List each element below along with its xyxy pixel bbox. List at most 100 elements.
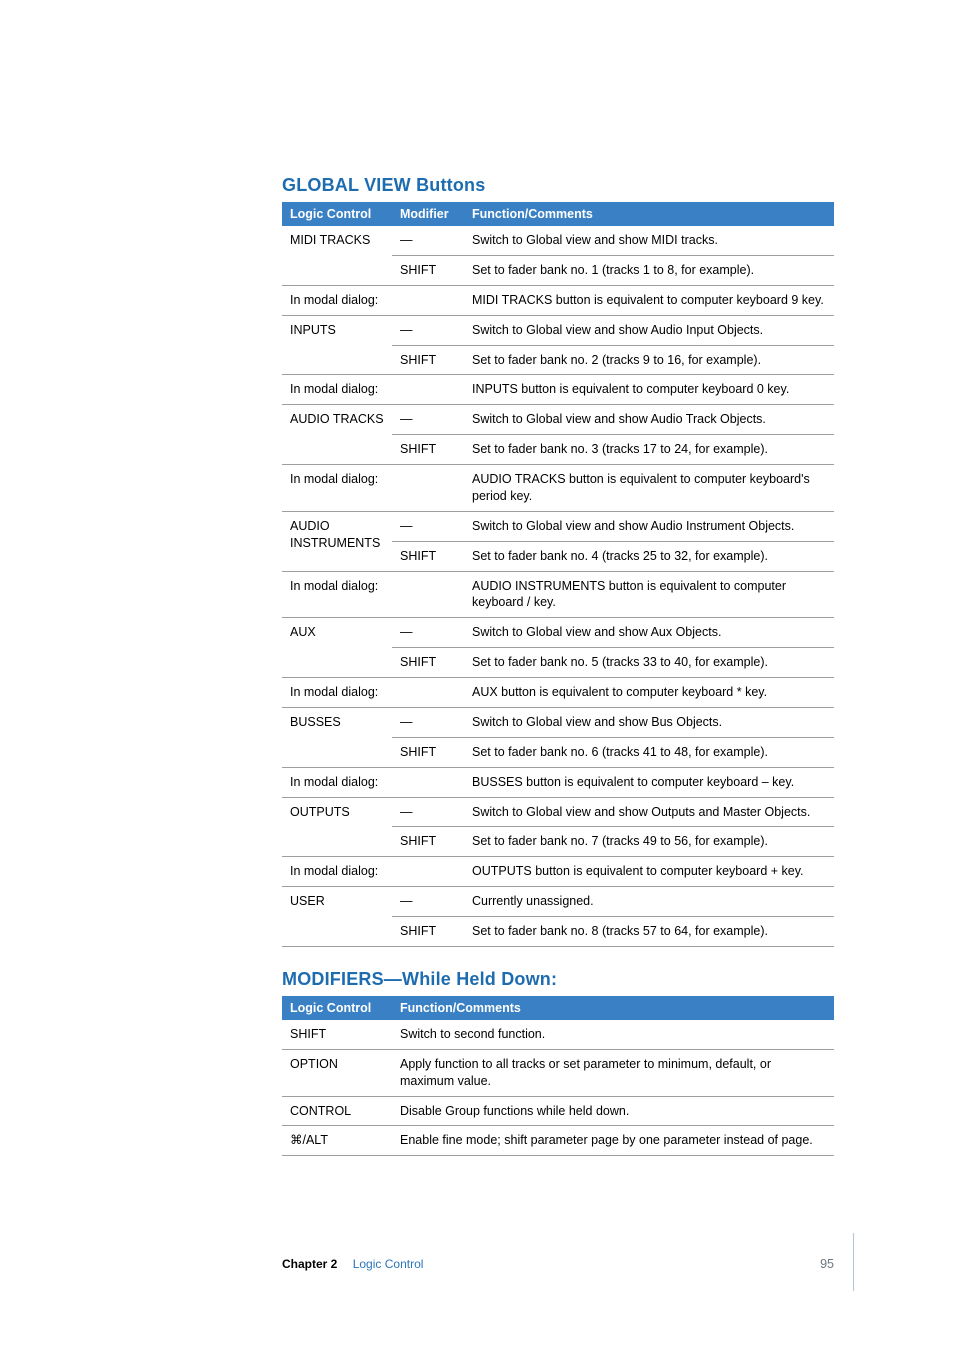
cell-fc: Enable fine mode; shift parameter page b… [392, 1126, 834, 1156]
cell-lc [282, 435, 392, 465]
cell-fc: Disable Group functions while held down. [392, 1096, 834, 1126]
cell-lc [282, 917, 392, 947]
cell-lc: OUTPUTS [282, 797, 392, 827]
table-row: OPTION Apply function to all tracks or s… [282, 1049, 834, 1096]
cell-lc: In modal dialog: [282, 285, 392, 315]
table-row: CONTROL Disable Group functions while he… [282, 1096, 834, 1126]
table-row: ⌘/ALT Enable fine mode; shift parameter … [282, 1126, 834, 1156]
cell-fc: AUX button is equivalent to computer key… [464, 678, 834, 708]
table-row: In modal dialog: BUSSES button is equiva… [282, 767, 834, 797]
cell-fc: Switch to Global view and show Outputs a… [464, 797, 834, 827]
cell-mod [392, 678, 464, 708]
table-row: SHIFT Set to fader bank no. 2 (tracks 9 … [282, 345, 834, 375]
cell-lc [282, 648, 392, 678]
cell-mod: — [392, 797, 464, 827]
cell-fc: Set to fader bank no. 7 (tracks 49 to 56… [464, 827, 834, 857]
cell-lc: In modal dialog: [282, 767, 392, 797]
table-row: INPUTS — Switch to Global view and show … [282, 315, 834, 345]
footer-page-number: 95 [820, 1257, 834, 1271]
footer-chapter-label: Chapter 2 [282, 1257, 337, 1271]
section-heading-modifiers: MODIFIERS—While Held Down: [282, 969, 834, 990]
section-heading-global-view: GLOBAL VIEW Buttons [282, 175, 834, 196]
cell-mod: — [392, 618, 464, 648]
cell-fc: AUDIO INSTRUMENTS button is equivalent t… [464, 571, 834, 618]
table-row: BUSSES — Switch to Global view and show … [282, 707, 834, 737]
cell-lc: In modal dialog: [282, 375, 392, 405]
global-view-table: Logic Control Modifier Function/Comments… [282, 202, 834, 947]
cell-fc: Set to fader bank no. 6 (tracks 41 to 48… [464, 737, 834, 767]
cell-fc: Switch to Global view and show Aux Objec… [464, 618, 834, 648]
cell-mod: SHIFT [392, 541, 464, 571]
footer-chapter: Chapter 2 Logic Control [282, 1257, 423, 1271]
cell-lc: OPTION [282, 1049, 392, 1096]
cell-mod: — [392, 707, 464, 737]
page-footer: Chapter 2 Logic Control 95 [282, 1257, 834, 1271]
cell-fc: Switch to Global view and show Bus Objec… [464, 707, 834, 737]
table-row: AUDIO INSTRUMENTS — Switch to Global vie… [282, 511, 834, 541]
cell-mod [392, 767, 464, 797]
table-row: SHIFT Set to fader bank no. 6 (tracks 41… [282, 737, 834, 767]
page-edge-rule [853, 1233, 855, 1291]
cell-fc: INPUTS button is equivalent to computer … [464, 375, 834, 405]
cell-mod: — [392, 887, 464, 917]
cell-lc [282, 827, 392, 857]
cell-fc: MIDI TRACKS button is equivalent to comp… [464, 285, 834, 315]
cell-mod: SHIFT [392, 255, 464, 285]
cell-fc: Currently unassigned. [464, 887, 834, 917]
cell-fc: Switch to Global view and show Audio Ins… [464, 511, 834, 541]
col-header-modifier: Modifier [392, 202, 464, 226]
cell-fc: Set to fader bank no. 4 (tracks 25 to 32… [464, 541, 834, 571]
cell-lc: In modal dialog: [282, 465, 392, 512]
cell-lc: CONTROL [282, 1096, 392, 1126]
cell-mod: SHIFT [392, 435, 464, 465]
cell-mod: — [392, 315, 464, 345]
table-row: AUDIO TRACKS — Switch to Global view and… [282, 405, 834, 435]
cell-fc: OUTPUTS button is equivalent to computer… [464, 857, 834, 887]
cell-mod: SHIFT [392, 345, 464, 375]
cell-lc: AUDIO TRACKS [282, 405, 392, 435]
cell-mod: — [392, 405, 464, 435]
table-row: SHIFT Set to fader bank no. 5 (tracks 33… [282, 648, 834, 678]
cell-lc: In modal dialog: [282, 857, 392, 887]
cell-mod [392, 465, 464, 512]
cell-lc: AUX [282, 618, 392, 648]
cell-lc: In modal dialog: [282, 678, 392, 708]
col-header-logic-control: Logic Control [282, 202, 392, 226]
cell-lc: SHIFT [282, 1020, 392, 1049]
cell-fc: AUDIO TRACKS button is equivalent to com… [464, 465, 834, 512]
table-row: SHIFT Switch to second function. [282, 1020, 834, 1049]
cell-fc: Set to fader bank no. 5 (tracks 33 to 40… [464, 648, 834, 678]
cell-lc-line2: INSTRUMENTS [290, 536, 380, 550]
table-row: SHIFT Set to fader bank no. 3 (tracks 17… [282, 435, 834, 465]
cell-fc: Set to fader bank no. 8 (tracks 57 to 64… [464, 917, 834, 947]
cell-fc: Apply function to all tracks or set para… [392, 1049, 834, 1096]
table-row: SHIFT Set to fader bank no. 1 (tracks 1 … [282, 255, 834, 285]
cell-mod [392, 571, 464, 618]
col-header-function: Function/Comments [464, 202, 834, 226]
cell-mod: — [392, 511, 464, 541]
cell-fc: Set to fader bank no. 2 (tracks 9 to 16,… [464, 345, 834, 375]
cell-fc: Switch to second function. [392, 1020, 834, 1049]
cell-fc: Set to fader bank no. 1 (tracks 1 to 8, … [464, 255, 834, 285]
footer-chapter-title: Logic Control [353, 1257, 424, 1271]
cell-fc: Set to fader bank no. 3 (tracks 17 to 24… [464, 435, 834, 465]
cell-mod: SHIFT [392, 648, 464, 678]
cell-lc-line1: AUDIO [290, 519, 330, 533]
cell-mod: SHIFT [392, 917, 464, 947]
cell-mod [392, 375, 464, 405]
cell-mod [392, 285, 464, 315]
table-row: USER — Currently unassigned. [282, 887, 834, 917]
table-row: In modal dialog: MIDI TRACKS button is e… [282, 285, 834, 315]
cell-mod [392, 857, 464, 887]
table-row: In modal dialog: AUDIO INSTRUMENTS butto… [282, 571, 834, 618]
table-row: OUTPUTS — Switch to Global view and show… [282, 797, 834, 827]
cell-mod: — [392, 226, 464, 255]
cell-mod: SHIFT [392, 737, 464, 767]
cell-fc: Switch to Global view and show MIDI trac… [464, 226, 834, 255]
cell-lc: ⌘/ALT [282, 1126, 392, 1156]
cell-lc [282, 345, 392, 375]
cell-lc: MIDI TRACKS [282, 226, 392, 255]
table-row: In modal dialog: AUX button is equivalen… [282, 678, 834, 708]
cell-lc: USER [282, 887, 392, 917]
cell-lc [282, 255, 392, 285]
